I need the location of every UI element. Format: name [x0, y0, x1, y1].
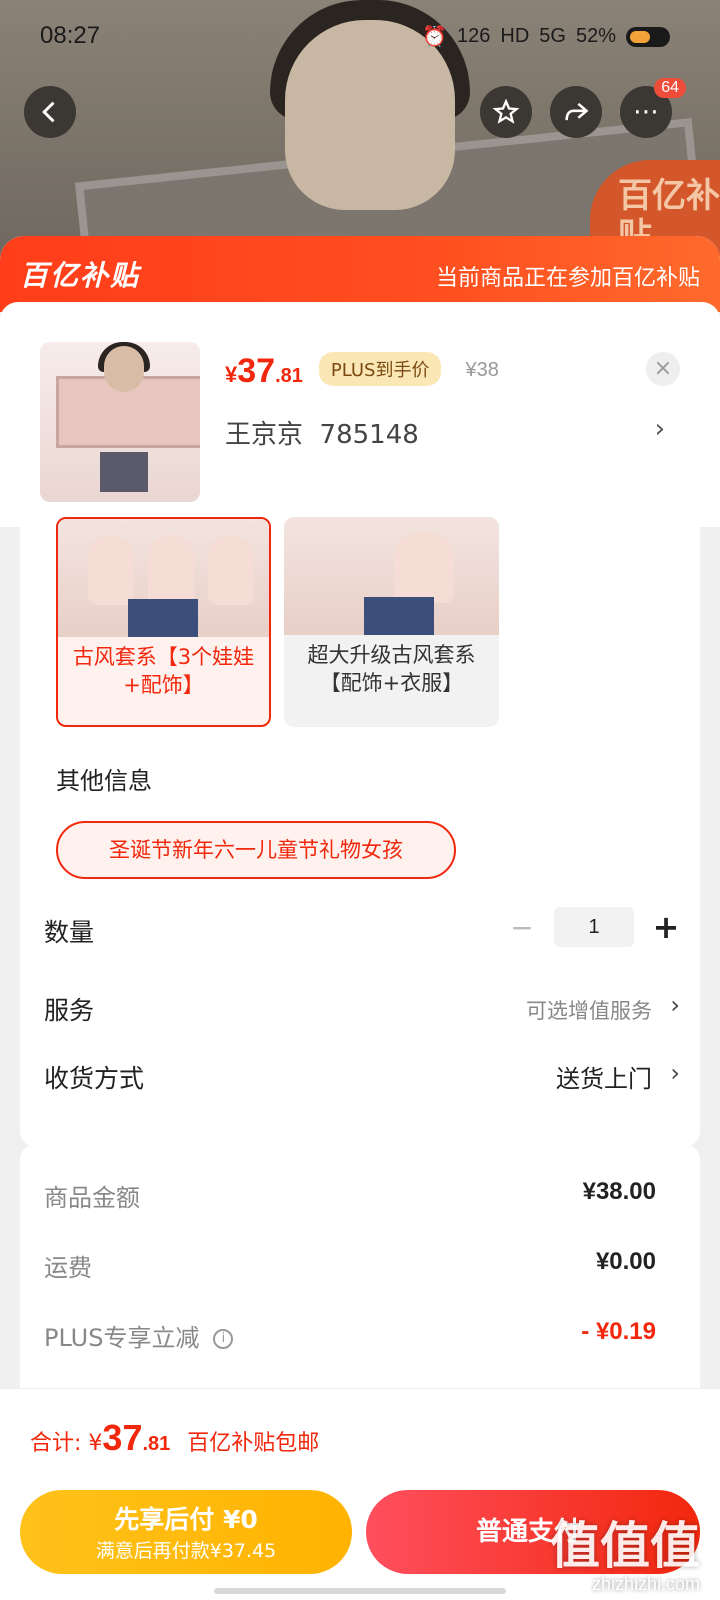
- more-icon: ⋯: [633, 97, 659, 127]
- share-button[interactable]: [550, 86, 602, 138]
- doll-figure: [208, 535, 254, 605]
- doll-figure: [88, 535, 134, 605]
- price-row: ¥37.81 PLUS到手价 ¥38: [225, 352, 499, 392]
- kid-legs: [128, 599, 198, 637]
- delivery-label: 收货方式: [44, 1064, 145, 1093]
- watermark-logo: 值值值: [550, 1517, 700, 1575]
- chevron-right-icon: ›: [670, 1059, 680, 1087]
- original-price: ¥38: [465, 359, 499, 381]
- chevron-left-icon: [42, 101, 55, 123]
- variant-option-1[interactable]: 古风套系【3个娃娃+配饰】: [56, 517, 271, 727]
- chevron-right-icon[interactable]: ›: [655, 414, 665, 444]
- quantity-stepper[interactable]: − 1 +: [508, 907, 680, 947]
- subsidy-banner: 百亿补贴 当前商品正在参加百亿补贴: [0, 236, 720, 312]
- watermark-url: zhizhizhi.com: [591, 1574, 700, 1594]
- status-icons: ⏰ 126 HD 5G 52%: [422, 24, 670, 49]
- service-label: 服务: [44, 996, 95, 1025]
- gift-occasion-chip[interactable]: 圣诞节新年六一儿童节礼物女孩: [56, 821, 456, 879]
- alarm-icon: ⏰: [422, 26, 448, 48]
- doll-figure: [394, 533, 454, 603]
- thumb-legs: [100, 452, 148, 492]
- shipping-fee-label: 运费: [44, 1254, 92, 1282]
- status-bar: 08:27 ⏰ 126 HD 5G 52%: [0, 0, 720, 72]
- total-text: 合计: ¥37.81 百亿补贴包邮: [30, 1417, 319, 1459]
- amount-row: PLUS专享立减 i - ¥0.19: [44, 1314, 656, 1354]
- free-shipping-note: 百亿补贴包邮: [187, 1431, 320, 1456]
- app-root: 百亿补贴 08:27 ⏰ 126 HD 5G 52% ⋯ 64 百亿补贴 当前商…: [0, 0, 720, 1600]
- total-int: 37: [102, 1417, 143, 1458]
- plus-discount-value: - ¥0.19: [581, 1318, 656, 1345]
- pay-later-button[interactable]: 先享后付 ¥0 满意后再付款¥37.45: [20, 1490, 352, 1574]
- total-symbol: ¥: [88, 1431, 103, 1456]
- more-button[interactable]: ⋯ 64: [620, 78, 686, 138]
- total-label: 合计:: [30, 1431, 82, 1456]
- share-icon: [565, 102, 589, 121]
- service-row[interactable]: 服务 可选增值服务 ›: [44, 985, 680, 1031]
- plus-price-tag: PLUS到手价: [318, 352, 442, 386]
- plus-discount-label: PLUS专享立减 i: [44, 1318, 234, 1353]
- address-row[interactable]: 王京京 785148: [225, 414, 419, 451]
- amount-row: 商品金额 ¥38.00: [44, 1174, 656, 1214]
- back-button[interactable]: [24, 86, 76, 138]
- decrease-button[interactable]: −: [508, 911, 536, 944]
- battery-percent: 52%: [575, 25, 616, 47]
- battery-icon: [626, 26, 670, 47]
- info-icon[interactable]: i: [213, 1329, 234, 1349]
- subsidy-logo: 百亿补贴: [20, 259, 141, 292]
- delivery-row[interactable]: 收货方式 送货上门 ›: [44, 1053, 680, 1099]
- close-button[interactable]: ×: [646, 352, 680, 386]
- star-icon: [492, 98, 520, 124]
- quantity-label: 数量: [44, 918, 95, 947]
- signal-icon: 5G: [539, 25, 566, 47]
- amount-row: 运费 ¥0.00: [44, 1244, 656, 1284]
- shipping-fee-value: ¥0.00: [595, 1248, 656, 1275]
- variant-option-2[interactable]: 超大升级古风套系【配饰+衣服】: [284, 517, 499, 727]
- address-name: 王京京: [225, 420, 304, 450]
- variant-image: [284, 517, 499, 635]
- variant-label: 古风套系【3个娃娃+配饰】: [72, 645, 255, 697]
- doll-figure: [148, 535, 194, 605]
- quantity-input[interactable]: 1: [554, 907, 634, 947]
- chevron-right-icon: ›: [670, 991, 680, 1019]
- subsidy-note: 当前商品正在参加百亿补贴: [435, 266, 700, 291]
- delivery-value: 送货上门: [556, 1065, 652, 1093]
- hd-icon: HD: [500, 25, 530, 47]
- current-price: ¥37.81: [225, 352, 303, 390]
- total-bar: 合计: ¥37.81 百亿补贴包邮: [0, 1388, 720, 1476]
- favorite-button[interactable]: [480, 86, 532, 138]
- notification-badge: 64: [654, 78, 686, 98]
- pay-later-subtitle: 满意后再付款¥37.45: [95, 1540, 277, 1562]
- pay-later-title: 先享后付 ¥0: [114, 1505, 258, 1534]
- increase-button[interactable]: +: [652, 908, 680, 946]
- thumb-face: [104, 346, 144, 392]
- purchase-sheet: 百亿补贴 当前商品正在参加百亿补贴 ¥37.81 PLUS到手价 ¥38 × 王…: [0, 236, 720, 1600]
- variant-image: [58, 519, 269, 637]
- product-summary: ¥37.81 PLUS到手价 ¥38 × 王京京 785148 ›: [0, 302, 720, 527]
- status-time: 08:27: [40, 22, 101, 49]
- variant-label: 超大升级古风套系【配饰+衣服】: [307, 643, 476, 695]
- home-indicator[interactable]: [214, 1588, 506, 1594]
- total-dec: .81: [142, 1433, 171, 1455]
- product-thumbnail: [40, 342, 200, 502]
- goods-amount-label: 商品金额: [44, 1184, 140, 1212]
- service-value: 可选增值服务: [526, 999, 652, 1023]
- net-speed: 126: [457, 25, 491, 47]
- other-info-title: 其他信息: [56, 767, 152, 795]
- address-code: 785148: [319, 420, 419, 450]
- options-panel: 古风套系【3个娃娃+配饰】 超大升级古风套系【配饰+衣服】 其他信息 圣诞节新年…: [20, 517, 700, 1147]
- quantity-row: 数量 − 1 +: [44, 907, 680, 953]
- goods-amount-value: ¥38.00: [582, 1178, 656, 1205]
- kid-legs: [364, 597, 434, 635]
- amount-breakdown: 商品金额 ¥38.00 运费 ¥0.00 PLUS专享立减 i - ¥0.19: [20, 1144, 700, 1424]
